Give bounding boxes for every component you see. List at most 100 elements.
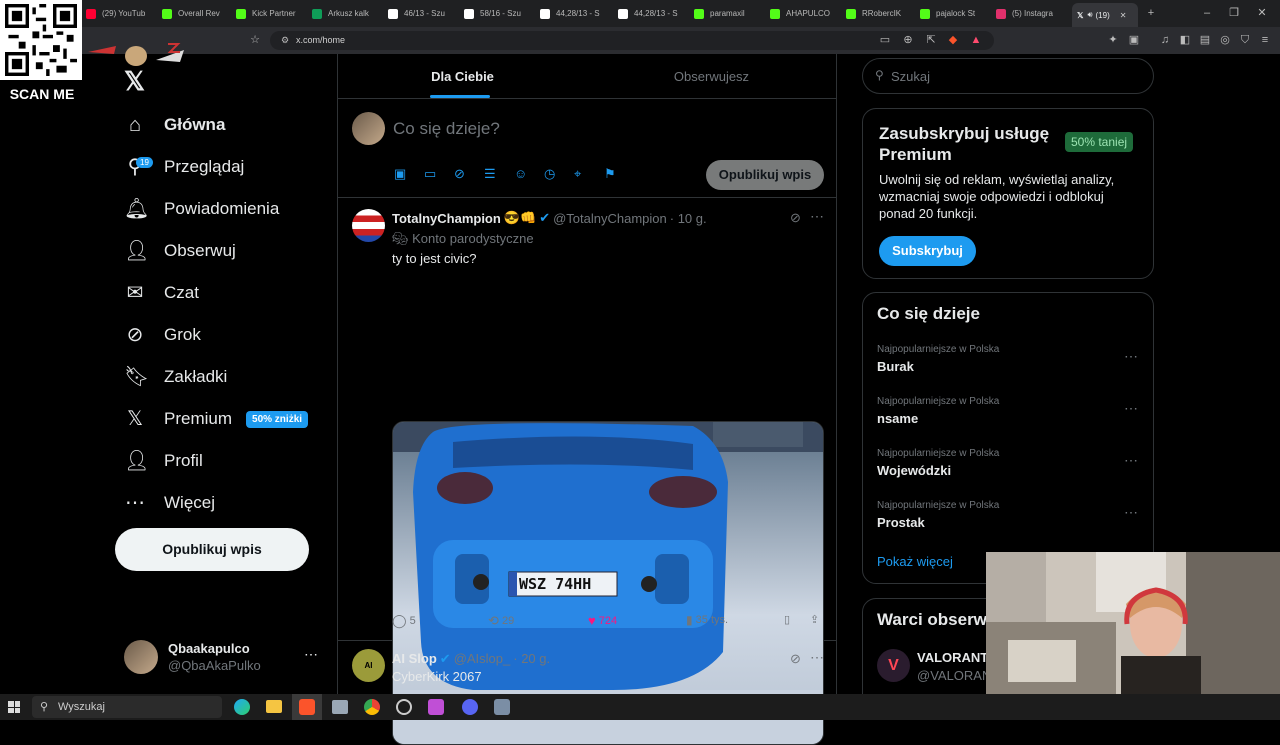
more-icon[interactable]: ⋯ xyxy=(810,208,824,225)
windows-start-icon[interactable] xyxy=(8,701,20,713)
post-author[interactable]: AI Slop xyxy=(392,651,437,667)
app-icon[interactable] xyxy=(332,700,348,714)
post-author[interactable]: TotalnyChampion xyxy=(392,211,501,226)
post[interactable]: TotalnyChampion 😎👊 ✔ @TotalnyChampion · … xyxy=(338,198,836,745)
more-icon[interactable]: ⋯ xyxy=(1124,504,1139,521)
browser-tab[interactable]: (29) YouTub xyxy=(86,3,158,24)
browser-tab[interactable]: Kick Partner xyxy=(236,3,308,24)
tab-for-you[interactable]: Dla Ciebie xyxy=(338,54,587,98)
image-icon[interactable]: ▣ xyxy=(394,166,406,182)
shield-icon[interactable]: ⛉ xyxy=(1238,33,1252,47)
emoji-icon[interactable]: ☺ xyxy=(514,166,527,181)
site-info-icon[interactable]: ⚙ xyxy=(278,33,292,47)
suggested-name[interactable]: VALORANT xyxy=(917,650,988,665)
browser-tab[interactable]: Arkusz kalk xyxy=(312,3,384,24)
brave-rewards-icon[interactable]: ▲ xyxy=(969,33,983,47)
post-time[interactable]: · 20 g. xyxy=(513,651,550,667)
app-icon[interactable] xyxy=(428,699,444,715)
nav-item-bookmark[interactable]: 🔖︎ Zakładki xyxy=(114,356,324,398)
grok-icon[interactable]: ⊘ xyxy=(790,651,801,667)
share-icon[interactable]: ⇱ xyxy=(924,33,938,47)
reply-button[interactable]: ◯ 5 xyxy=(392,613,416,629)
avatar[interactable] xyxy=(352,209,385,242)
flag-icon[interactable]: ⚑ xyxy=(604,166,616,182)
nav-item-mail[interactable]: ✉ Czat xyxy=(114,272,324,314)
views-button[interactable]: ▮ 35 tys. xyxy=(686,613,728,627)
obs-icon[interactable] xyxy=(396,699,412,715)
avatar[interactable]: AI xyxy=(352,649,385,682)
nav-item-profile[interactable]: 👤︎ Profil xyxy=(114,440,324,482)
post-button[interactable]: Opublikuj wpis xyxy=(115,528,309,571)
sidebar-icon[interactable]: ▣ xyxy=(1127,33,1141,47)
browser-tab[interactable]: Overall Rev xyxy=(162,3,234,24)
compose-post-button[interactable]: Opublikuj wpis xyxy=(706,160,824,190)
active-tab[interactable]: 𝕏 🔊︎ (19) ✕ xyxy=(1072,3,1138,27)
maximize-icon[interactable]: ❐ xyxy=(1227,6,1241,20)
browser-tab[interactable]: 44,28/13 - S xyxy=(540,3,612,24)
file-explorer-icon[interactable] xyxy=(266,700,282,713)
browser-tab[interactable]: 44,28/13 - S xyxy=(618,3,690,24)
poll-icon[interactable]: ☰ xyxy=(484,166,496,182)
share-icon[interactable]: ⇪ xyxy=(810,613,819,626)
more-icon[interactable]: ⋯ xyxy=(810,649,824,666)
menu-icon[interactable]: ≡ xyxy=(1258,33,1272,47)
nav-item-more[interactable]: ⋯ Więcej xyxy=(114,482,324,524)
repost-button[interactable]: ⟲ 29 xyxy=(488,613,514,629)
nav-item-follow[interactable]: 👤︎ Obserwuj xyxy=(114,230,324,272)
nav-item-home[interactable]: ⌂ Główna xyxy=(114,104,324,146)
panel-icon[interactable]: ◧ xyxy=(1178,33,1192,47)
gif-icon[interactable]: ▭ xyxy=(424,166,436,182)
media-icon[interactable]: ♫ xyxy=(1158,33,1172,47)
vpn-icon[interactable]: ◎ xyxy=(1218,33,1232,47)
zoom-icon[interactable]: ⊕ xyxy=(901,33,915,47)
search-input[interactable]: ⚲ Szukaj xyxy=(862,58,1154,94)
compose-input[interactable]: Co się dzieje? xyxy=(393,119,500,139)
taskbar-search[interactable]: ⚲ Wyszukaj xyxy=(32,696,222,718)
more-icon[interactable]: ⋯ xyxy=(1124,452,1139,469)
nav-item-grok[interactable]: ⊘ Grok xyxy=(114,314,324,356)
wallet-icon[interactable]: ▤ xyxy=(1198,33,1212,47)
more-icon[interactable]: ⋯ xyxy=(304,646,318,663)
minimize-icon[interactable]: – xyxy=(1200,6,1214,20)
schedule-icon[interactable]: ◷ xyxy=(544,166,555,182)
tab-following[interactable]: Obserwujesz xyxy=(587,54,836,98)
browser-tab[interactable]: 58/16 - Szu xyxy=(464,3,536,24)
close-tab-icon[interactable]: ✕ xyxy=(1120,11,1127,20)
post-handle[interactable]: @AIslop_ xyxy=(454,651,511,667)
new-tab-icon[interactable]: + xyxy=(1144,6,1158,20)
x-logo-icon[interactable]: 𝕏 xyxy=(124,66,145,97)
show-more-link[interactable]: Pokaż więcej xyxy=(877,554,953,569)
browser-tab[interactable]: RRobercIK xyxy=(846,3,918,24)
edge-icon[interactable] xyxy=(234,699,250,715)
browser-tab[interactable]: AHAPULCO xyxy=(770,3,842,24)
more-icon[interactable]: ⋯ xyxy=(1124,348,1139,365)
post-time[interactable]: · 10 g. xyxy=(670,211,707,226)
grok-icon[interactable]: ⊘ xyxy=(790,210,801,226)
trend-item[interactable]: Najpopularniejsze w Polska Burak ⋯ xyxy=(863,344,1153,396)
grok-icon[interactable]: ⊘ xyxy=(454,166,465,182)
window-close-icon[interactable]: ✕ xyxy=(1255,6,1269,20)
extensions-icon[interactable]: ✦ xyxy=(1106,33,1120,47)
location-icon[interactable]: ⌖ xyxy=(574,166,581,182)
valorant-logo-icon[interactable]: V xyxy=(877,649,910,682)
bookmark-page-icon[interactable]: ☆ xyxy=(248,33,262,47)
nav-item-bell[interactable]: 🔔︎ 19 Powiadomienia xyxy=(114,157,324,230)
subscribe-button[interactable]: Subskrybuj xyxy=(879,236,976,266)
post-handle[interactable]: @TotalnyChampion xyxy=(553,211,667,226)
trend-item[interactable]: Najpopularniejsze w Polska Prostak ⋯ xyxy=(863,500,1153,552)
trend-item[interactable]: Najpopularniejsze w Polska nsame ⋯ xyxy=(863,396,1153,448)
bookmark-icon[interactable]: ▯ xyxy=(784,613,790,626)
trend-item[interactable]: Najpopularniejsze w Polska Wojewódzki ⋯ xyxy=(863,448,1153,500)
discord-icon[interactable] xyxy=(462,699,478,715)
account-switcher[interactable]: Qbaakapulco @QbaAkaPulko ⋯ xyxy=(124,640,324,676)
browser-tab[interactable]: 46/13 - Szu xyxy=(388,3,460,24)
nav-item-x[interactable]: 𝕏 Premium 50% zniżki xyxy=(114,398,324,440)
browser-tab[interactable]: paramaxil xyxy=(694,3,766,24)
browser-tab[interactable]: (5) Instagra xyxy=(996,3,1068,24)
install-icon[interactable]: ▭ xyxy=(878,33,892,47)
more-icon[interactable]: ⋯ xyxy=(1124,400,1139,417)
chrome-icon[interactable] xyxy=(364,699,380,715)
like-button[interactable]: ♥ 724 xyxy=(588,613,617,628)
brave-shield-icon[interactable]: ◆ xyxy=(946,33,960,47)
browser-tab[interactable]: pajalock St xyxy=(920,3,992,24)
